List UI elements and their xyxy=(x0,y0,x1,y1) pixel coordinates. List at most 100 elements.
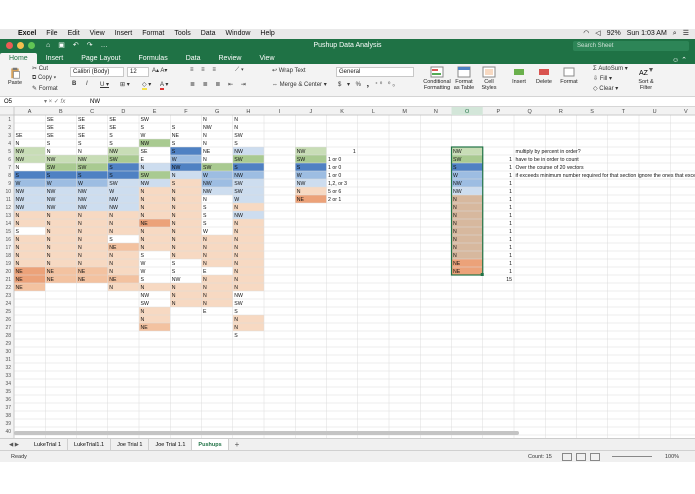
cell-value[interactable]: 1 xyxy=(509,189,512,195)
grow-font-icon[interactable]: A▴ A▾ xyxy=(152,67,167,74)
column-header-k[interactable]: K xyxy=(340,109,344,115)
cell-value[interactable]: N xyxy=(234,285,238,291)
cell-value[interactable]: SW xyxy=(141,117,149,123)
orientation-icon[interactable]: ⟋ ▾ xyxy=(235,67,244,74)
volume-icon[interactable]: ◁ xyxy=(595,29,600,39)
cell-value[interactable]: N xyxy=(203,197,207,203)
cell-value[interactable]: S xyxy=(172,125,176,131)
cell-value[interactable]: 1 xyxy=(509,253,512,259)
cell-value[interactable]: W xyxy=(141,133,146,139)
cell-value[interactable]: N xyxy=(453,213,457,219)
cell-value[interactable]: N xyxy=(78,221,82,227)
cell-value[interactable]: E xyxy=(141,157,145,163)
cell-value[interactable]: NW xyxy=(203,189,212,195)
cell-value[interactable]: N xyxy=(453,253,457,259)
cell-value[interactable]: S xyxy=(203,205,207,211)
cell-value[interactable]: N xyxy=(172,173,176,179)
cell-value[interactable]: N xyxy=(172,229,176,235)
sheet-tab-luketrial-1-1[interactable]: LukeTrial1.1 xyxy=(68,438,112,451)
cell-value[interactable]: W xyxy=(203,229,208,235)
cell-value[interactable]: W xyxy=(234,197,239,203)
row-header[interactable]: 7 xyxy=(8,165,11,171)
cell-value[interactable]: SE xyxy=(78,125,85,131)
font-size-select[interactable]: 12 xyxy=(127,67,149,77)
cell-value[interactable]: N xyxy=(453,197,457,203)
cell-value[interactable]: NW xyxy=(141,141,150,147)
column-header-b[interactable]: B xyxy=(59,109,63,115)
row-header[interactable]: 30 xyxy=(5,349,11,355)
cell-value[interactable]: SE xyxy=(78,117,85,123)
cell-value[interactable]: N xyxy=(78,213,82,219)
cell-value[interactable]: N xyxy=(109,285,113,291)
cell-value[interactable]: N xyxy=(203,117,207,123)
cell-value[interactable]: N xyxy=(16,237,20,243)
cell-value[interactable]: N xyxy=(109,213,113,219)
cell-value[interactable]: N xyxy=(453,237,457,243)
cell-value[interactable]: E xyxy=(203,309,207,315)
cell-value[interactable]: 2 or 1 xyxy=(328,197,341,203)
row-header[interactable]: 24 xyxy=(5,301,11,307)
fill-handle[interactable] xyxy=(480,273,484,276)
column-header-e[interactable]: E xyxy=(153,109,157,115)
row-header[interactable]: 33 xyxy=(5,373,11,379)
cell-value[interactable]: NW xyxy=(297,149,306,155)
cell-value[interactable]: NW xyxy=(16,189,25,195)
cell-value[interactable]: N xyxy=(234,261,238,267)
cell-value[interactable]: S xyxy=(109,173,113,179)
cell-value[interactable]: N xyxy=(16,141,20,147)
cell-styles-button[interactable]: Cell Styles xyxy=(478,66,500,91)
cell-value[interactable]: 1 xyxy=(509,181,512,187)
cell-value[interactable]: 1 xyxy=(509,205,512,211)
cell-value[interactable]: S xyxy=(16,229,20,235)
tab-data[interactable]: Data xyxy=(177,53,210,64)
cell-value[interactable]: if exceeds minimum number required for t… xyxy=(516,173,695,179)
sheet-tab-joe-trial-1[interactable]: Joe Trial 1 xyxy=(111,438,150,451)
cell-value[interactable]: NW xyxy=(47,189,56,195)
search-sheet-input[interactable]: Search Sheet xyxy=(573,41,689,51)
cell-value[interactable]: SW xyxy=(78,165,86,171)
cell-value[interactable]: NE xyxy=(78,277,86,283)
row-header[interactable]: 14 xyxy=(5,221,11,227)
cell-value[interactable]: N xyxy=(172,205,176,211)
cell-value[interactable]: NE xyxy=(172,133,180,139)
font-color-icon[interactable]: A ▾ xyxy=(160,81,168,90)
cell-value[interactable]: NW xyxy=(109,197,118,203)
cell-value[interactable]: S xyxy=(172,261,176,267)
column-header-h[interactable]: H xyxy=(246,109,250,115)
cell-value[interactable]: NE xyxy=(141,325,149,331)
cell-value[interactable]: S xyxy=(141,253,145,259)
cell-value[interactable]: SE xyxy=(47,125,54,131)
cell-value[interactable]: NW xyxy=(47,157,56,163)
cell-value[interactable]: N xyxy=(16,221,20,227)
cell-value[interactable]: SW xyxy=(234,189,242,195)
cell-value[interactable]: N xyxy=(203,245,207,251)
add-sheet-icon[interactable]: + xyxy=(229,440,246,449)
zoom-slider[interactable] xyxy=(612,456,652,457)
row-header[interactable]: 20 xyxy=(5,269,11,275)
cell-value[interactable]: N xyxy=(47,149,51,155)
sort-filter-button[interactable]: AZ Sort & Filter xyxy=(632,66,660,91)
cell-value[interactable]: N xyxy=(172,301,176,307)
cell-value[interactable]: N xyxy=(16,261,20,267)
sheet-nav-arrows[interactable]: ◀ ▶ xyxy=(0,442,28,448)
cell-value[interactable]: S xyxy=(453,165,457,171)
cell-value[interactable]: NW xyxy=(78,157,87,163)
cell-value[interactable]: have to be in order to count xyxy=(516,157,580,163)
menu-app[interactable]: Excel xyxy=(18,29,36,39)
row-header[interactable]: 32 xyxy=(5,365,11,371)
cell-value[interactable]: NW xyxy=(297,181,306,187)
menu-view[interactable]: View xyxy=(90,29,105,39)
cell-value[interactable]: NW xyxy=(16,157,25,163)
cell-value[interactable]: N xyxy=(172,189,176,195)
cell-value[interactable]: SW xyxy=(141,173,149,179)
cell-value[interactable]: N xyxy=(203,301,207,307)
cell-value[interactable]: 1 xyxy=(509,229,512,235)
copy-button[interactable]: ⧉ Copy ▾ xyxy=(32,75,56,82)
cell-value[interactable]: N xyxy=(78,149,82,155)
cell-value[interactable]: N xyxy=(203,237,207,243)
cell-value[interactable]: W xyxy=(141,261,146,267)
row-header[interactable]: 15 xyxy=(5,229,11,235)
row-header[interactable]: 8 xyxy=(8,173,11,179)
cell-value[interactable]: S xyxy=(47,173,51,179)
cell-value[interactable]: N xyxy=(16,245,20,251)
